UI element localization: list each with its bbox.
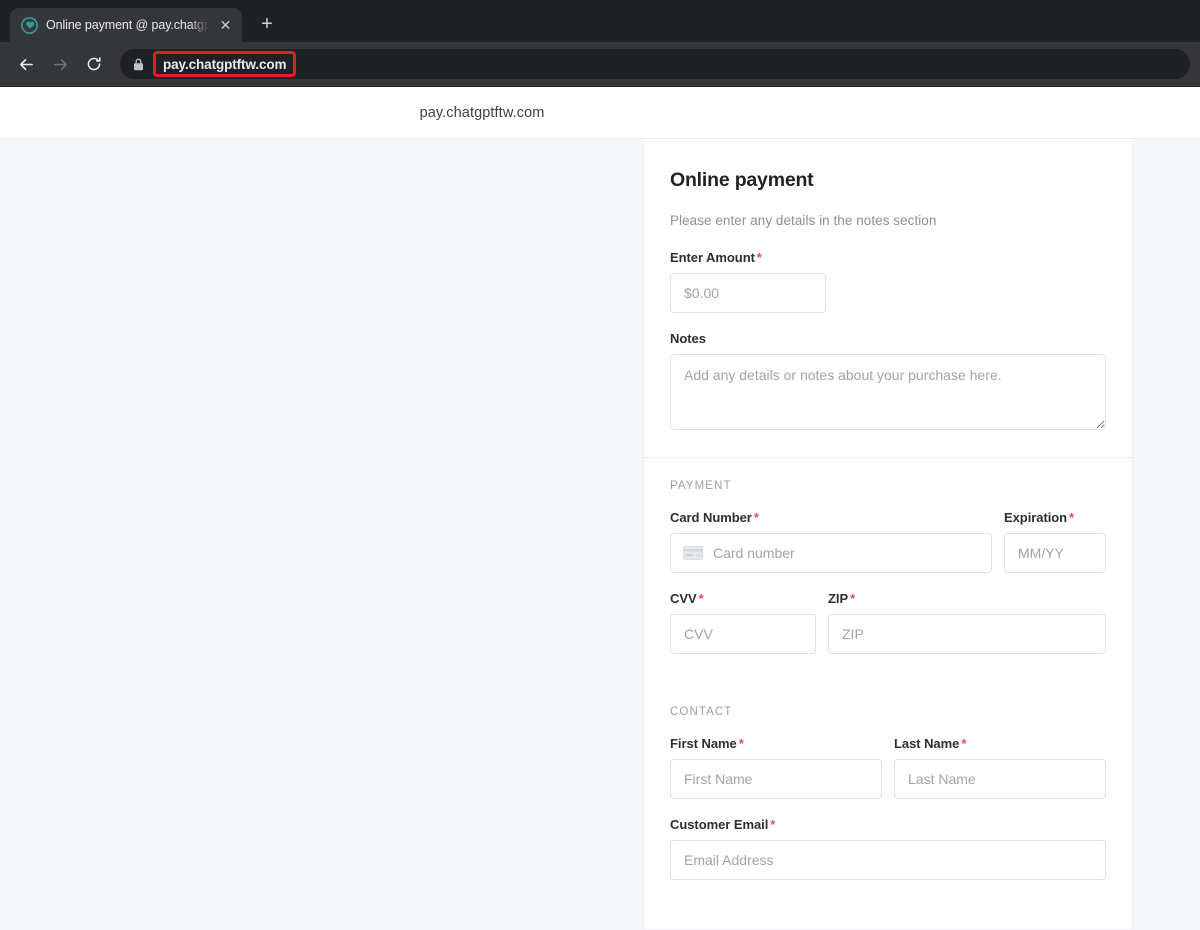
field-zip: ZIP *: [828, 591, 1106, 654]
label-notes-text: Notes: [670, 331, 706, 346]
name-row: First Name* Last Name*: [670, 736, 1106, 817]
payment-section: PAYMENT Card Number * Card number Expira…: [644, 457, 1132, 690]
required-asterisk: *: [770, 817, 776, 832]
label-enter-amount: Enter Amount *: [670, 250, 1106, 265]
field-last-name: Last Name *: [894, 736, 1106, 799]
label-first-name: First Name *: [670, 736, 882, 751]
label-zip-text: ZIP: [828, 591, 849, 606]
contact-section: CONTACT First Name* Last Name*: [644, 690, 1132, 910]
first-name-input[interactable]: [670, 759, 882, 799]
address-bar[interactable]: pay.chatgptftw.com: [120, 49, 1190, 79]
form-subtitle: Please enter any details in the notes se…: [670, 213, 937, 228]
field-expiration: Expiration *: [1004, 510, 1106, 573]
site-header-domain: pay.chatgptftw.com: [419, 104, 545, 121]
label-last-name-text: Last Name: [894, 736, 960, 751]
label-cvv-text: CVV: [670, 591, 697, 606]
card-number-input-wrapper: [670, 533, 992, 573]
tab-title: Online payment @ pay.chatgptft: [46, 18, 209, 32]
lock-icon: [133, 58, 144, 71]
field-first-name: First Name *: [670, 736, 882, 799]
label-customer-email: Customer Email *: [670, 817, 1106, 832]
forward-icon[interactable]: [44, 48, 76, 80]
label-expiration: Expiration *: [1004, 510, 1106, 525]
field-enter-amount: Enter Amount *: [670, 250, 1106, 313]
last-name-input[interactable]: [894, 759, 1106, 799]
page-body: Online payment Please enter any details …: [0, 139, 1200, 929]
form-top-section: Online payment Please enter any details …: [644, 139, 1132, 457]
amount-input[interactable]: [670, 273, 826, 313]
label-zip: ZIP *: [828, 591, 1106, 606]
required-asterisk: *: [698, 591, 704, 606]
new-tab-button[interactable]: +: [252, 9, 282, 39]
notes-textarea[interactable]: [670, 354, 1106, 430]
label-customer-email-text: Customer Email: [670, 817, 769, 832]
required-asterisk: *: [850, 591, 856, 606]
browser-window: Online payment @ pay.chatgptft ✕ + pay.c…: [0, 0, 1200, 930]
customer-email-input[interactable]: [670, 840, 1106, 880]
required-asterisk: *: [1069, 510, 1075, 525]
required-asterisk: *: [753, 510, 759, 525]
cvv-zip-row: CVV* ZIP*: [670, 591, 1106, 672]
zip-input[interactable]: [828, 614, 1106, 654]
field-card-number: Card Number *: [670, 510, 992, 573]
page-viewport: pay.chatgptftw.com Online payment Please…: [0, 86, 1200, 930]
label-first-name-text: First Name: [670, 736, 737, 751]
field-notes: Notes: [670, 331, 1106, 435]
omnibox-wrapper: pay.chatgptftw.com: [120, 49, 1190, 79]
label-expiration-text: Expiration: [1004, 510, 1068, 525]
payment-section-heading: PAYMENT: [670, 480, 732, 492]
card-number-input[interactable]: [670, 533, 992, 573]
close-icon[interactable]: ✕: [217, 17, 234, 34]
label-notes: Notes: [670, 331, 1106, 346]
expiration-input[interactable]: [1004, 533, 1106, 573]
browser-tab-online-payment[interactable]: Online payment @ pay.chatgptft ✕: [10, 8, 242, 42]
browser-toolbar: pay.chatgptftw.com: [0, 42, 1200, 86]
page-title: Online payment: [670, 169, 814, 191]
required-asterisk: *: [961, 736, 967, 751]
required-asterisk: *: [738, 736, 744, 751]
url-highlight-box: pay.chatgptftw.com: [153, 51, 297, 77]
site-favicon: [21, 16, 38, 34]
label-last-name: Last Name *: [894, 736, 1106, 751]
label-enter-amount-text: Enter Amount: [670, 250, 755, 265]
required-asterisk: *: [756, 250, 762, 265]
card-expiration-row: Card Number * Card number Expiration * M…: [670, 510, 1106, 591]
field-customer-email: Customer Email *: [670, 817, 1106, 880]
cvv-input[interactable]: [670, 614, 816, 654]
label-cvv: CVV *: [670, 591, 816, 606]
reload-icon[interactable]: [78, 48, 110, 80]
field-cvv: CVV *: [670, 591, 816, 654]
payment-form-card: Online payment Please enter any details …: [644, 139, 1132, 929]
site-header: pay.chatgptftw.com: [0, 87, 1200, 139]
label-card-number-text: Card Number: [670, 510, 752, 525]
tab-strip: Online payment @ pay.chatgptft ✕ +: [0, 0, 1200, 42]
label-card-number: Card Number *: [670, 510, 992, 525]
contact-section-heading: CONTACT: [670, 706, 733, 718]
back-icon[interactable]: [10, 48, 42, 80]
url-text: pay.chatgptftw.com: [163, 56, 287, 72]
